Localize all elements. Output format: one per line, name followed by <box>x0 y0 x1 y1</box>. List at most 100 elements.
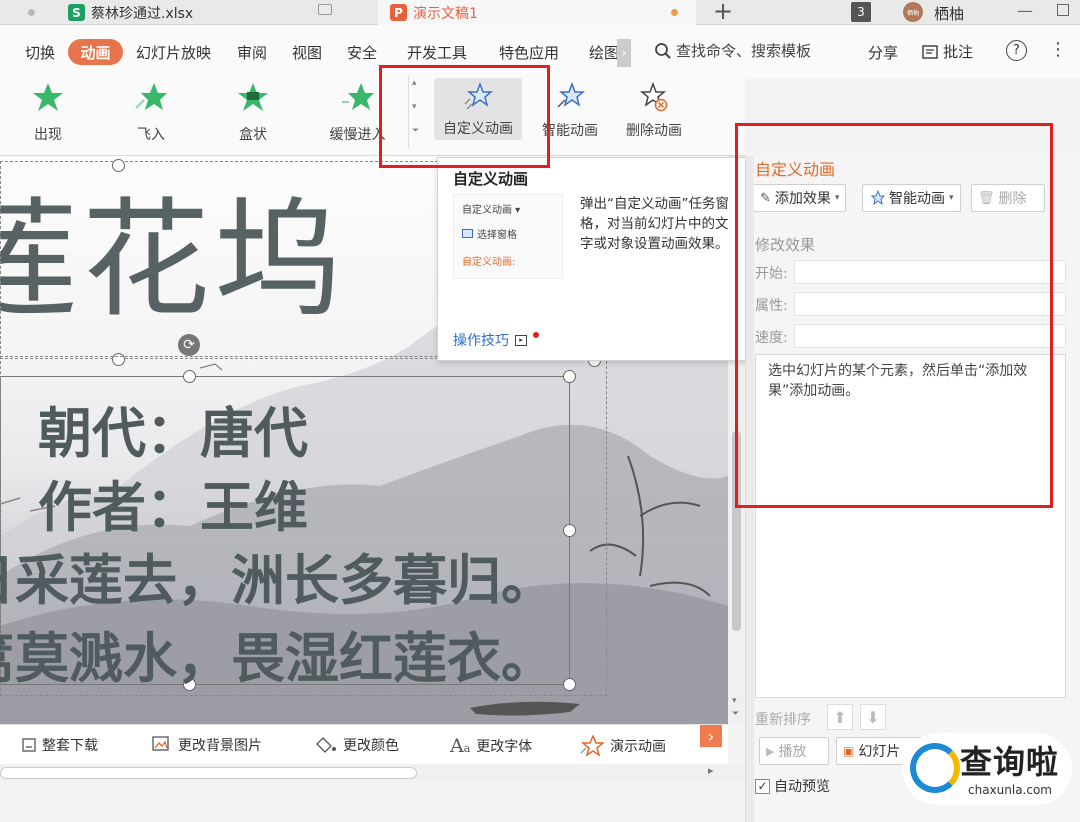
delete-animation-button[interactable]: 删除动画 <box>622 80 686 140</box>
resize-handle[interactable] <box>563 370 576 383</box>
poem-line-1: 日日采莲去，洲长多暮归。 <box>0 549 555 612</box>
restore-window-icon[interactable] <box>1057 4 1069 16</box>
menu-review[interactable]: 审阅 <box>237 42 267 63</box>
more-options-icon[interactable]: ⋮ <box>1049 39 1067 60</box>
paint-bucket-icon <box>316 737 336 753</box>
play-label: 播放 <box>778 744 807 760</box>
preview-custom-animation: 自定义动画 ▾ <box>462 205 521 216</box>
menu-transition[interactable]: 切换 <box>25 42 55 63</box>
resize-handle[interactable] <box>563 524 576 537</box>
play-button[interactable]: ▶ 播放 <box>759 737 829 765</box>
tab-count-badge[interactable]: 3 <box>851 2 871 22</box>
move-up-arrow-icon[interactable]: ⬆ <box>827 704 853 730</box>
annotate-label: 批注 <box>943 43 974 61</box>
change-font-button[interactable]: Aa 更改字体 <box>450 735 532 757</box>
tab-bar: S 蔡林珍通过.xlsx P 演示文稿1 + 3 栖柚 栖柚 — <box>0 0 1080 25</box>
demo-animation-button[interactable]: 演示动画 <box>580 735 666 757</box>
tips-link[interactable]: 操作技巧 ▸ <box>453 330 539 350</box>
share-button[interactable]: 分享 <box>868 42 898 63</box>
delete-animation-label: 删除动画 <box>626 123 682 139</box>
avatar[interactable]: 栖柚 <box>903 2 923 22</box>
menu-developer[interactable]: 开发工具 <box>407 42 467 63</box>
unsaved-dot-icon <box>671 9 678 16</box>
resize-handle[interactable] <box>112 159 125 172</box>
search-icon <box>655 42 671 59</box>
highlight-box-ribbon <box>379 65 550 168</box>
help-icon[interactable]: ? <box>1006 40 1027 61</box>
fly-in-star-icon <box>135 83 167 110</box>
menu-animation[interactable]: 动画 <box>68 39 123 65</box>
animation-ribbon: 出现 飞入 盒状 缓慢进入 ▴ ▾ ⏷ 自定义动画 智能动画 删除动画 <box>0 70 745 156</box>
change-color-label: 更改颜色 <box>343 738 399 754</box>
slideshow-label: 幻灯片 <box>858 744 901 760</box>
scrollbar-thumb[interactable] <box>0 767 417 779</box>
user-name[interactable]: 栖柚 <box>934 3 964 24</box>
new-tab-plus-icon[interactable]: + <box>713 0 733 25</box>
tab-presentation[interactable]: P 演示文稿1 <box>378 0 696 25</box>
demo-animation-label: 演示动画 <box>610 739 666 755</box>
change-background-button[interactable]: 更改背景图片 <box>152 735 262 755</box>
auto-preview-label: 自动预览 <box>774 779 830 795</box>
tab-spreadsheet[interactable]: S 蔡林珍通过.xlsx <box>60 0 370 25</box>
tooltip-description: 弹出“自定义动画”任务窗格，对当前幻灯片中的文字或对象设置动画效果。 <box>580 196 729 252</box>
menu-features[interactable]: 特色应用 <box>499 42 559 63</box>
preview-selection-label: 选择窗格 <box>477 230 517 241</box>
notification-dot-icon <box>533 332 539 338</box>
tooltip-title: 自定义动画 <box>453 170 529 188</box>
demo-star-icon <box>580 735 604 757</box>
resize-handle[interactable] <box>563 678 576 691</box>
menu-drawing[interactable]: 绘图 <box>589 42 619 63</box>
annotate-icon <box>922 44 938 59</box>
poem-author: 作者：王维 <box>38 476 308 539</box>
selection-pane-icon <box>462 229 473 238</box>
toolbar-next-arrow-icon[interactable]: › <box>700 725 722 747</box>
status-area <box>0 782 745 822</box>
scroll-page-down-icon[interactable]: ⏷ <box>732 709 739 719</box>
image-icon <box>152 736 169 751</box>
video-play-icon: ▸ <box>515 334 527 346</box>
reorder-label: 重新排序 <box>755 712 811 728</box>
anim-label: 飞入 <box>137 127 165 143</box>
tooltip-preview: 自定义动画 ▾ 选择窗格 自定义动画: <box>453 194 563 279</box>
delete-animation-star-icon <box>639 81 668 112</box>
change-color-button[interactable]: 更改颜色 <box>315 735 399 755</box>
scroll-down-icon[interactable]: ▾ <box>732 696 737 706</box>
horizontal-scrollbar[interactable]: ▸ <box>0 764 745 782</box>
preview-selection-pane: 选择窗格 <box>462 226 517 241</box>
tab-title: 蔡林珍通过.xlsx <box>91 5 194 22</box>
design-toolbar: 整套下载 更改背景图片 更改颜色 Aa 更改字体 演示动画 › <box>0 724 728 764</box>
monitor-icon <box>318 4 332 15</box>
search-placeholder: 查找命令、搜索模板 <box>676 42 812 60</box>
annotate-button[interactable]: 批注 <box>921 41 973 62</box>
box-star-icon <box>238 83 268 111</box>
appear-star-icon <box>33 83 63 111</box>
highlight-box-pane <box>735 123 1053 508</box>
watermark-url: chaxunla.com <box>968 783 1052 797</box>
anim-box[interactable]: 盒状 <box>218 82 288 144</box>
move-down-arrow-icon[interactable]: ⬇ <box>860 704 886 730</box>
change-background-label: 更改背景图片 <box>178 738 262 754</box>
rotate-handle-icon[interactable]: ⟳ <box>178 334 200 356</box>
presentation-app-icon: P <box>390 4 407 21</box>
menu-security[interactable]: 安全 <box>347 42 377 63</box>
scroll-right-icon[interactable]: ▸ <box>708 764 714 777</box>
custom-animation-tooltip: 自定义动画 自定义动画 ▾ 选择窗格 自定义动画: 弹出“自定义动画”任务窗格，… <box>437 157 750 361</box>
menu-slideshow[interactable]: 幻灯片放映 <box>136 42 211 63</box>
download-all-button[interactable]: 整套下载 <box>22 735 98 755</box>
menu-scroll-right-icon[interactable]: › <box>617 39 631 67</box>
download-icon <box>22 738 36 752</box>
watermark-logo: 查询啦 chaxunla.com <box>902 733 1072 805</box>
resize-handle[interactable] <box>183 370 196 383</box>
change-font-label: 更改字体 <box>476 739 533 755</box>
poem-line-2: 弄篙莫溅水，畏湿红莲衣。 <box>0 627 555 690</box>
menu-view[interactable]: 视图 <box>292 42 322 63</box>
anim-appear[interactable]: 出现 <box>13 82 83 144</box>
tab-dot-icon <box>28 9 35 16</box>
minimize-icon[interactable]: — <box>1017 1 1033 20</box>
anim-fly-in[interactable]: 飞入 <box>116 82 186 144</box>
poem-dynasty: 朝代：唐代 <box>38 402 308 465</box>
checkmark-icon: ✓ <box>755 778 770 794</box>
command-search[interactable]: 查找命令、搜索模板 <box>654 40 811 61</box>
tab-previous[interactable] <box>0 0 42 25</box>
auto-preview-checkbox[interactable]: ✓ 自动预览 <box>755 776 830 796</box>
